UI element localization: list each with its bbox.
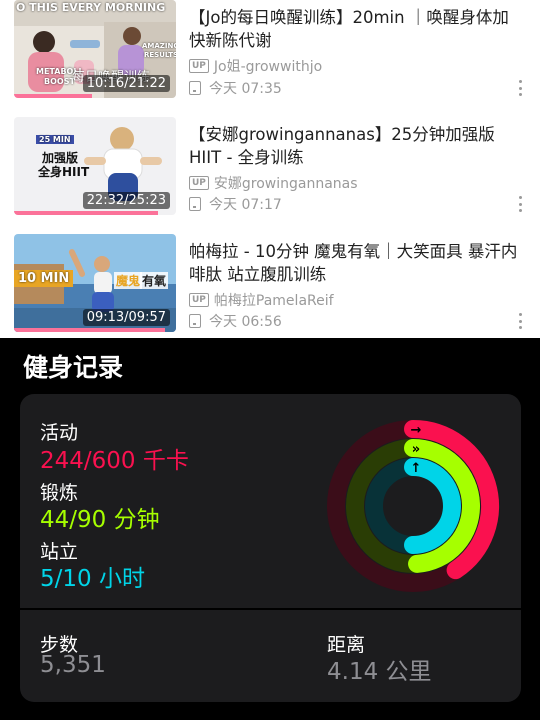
more-options-icon[interactable] (514, 78, 526, 98)
exercise-value: 44/90 分钟 (40, 507, 160, 533)
distance-value: 4.14 公里 (327, 659, 432, 685)
steps-value: 5,351 (40, 652, 106, 678)
video-title[interactable]: 【安娜growingannanas】25分钟加强版HIIT - 全身训练 (189, 123, 524, 169)
thumbnail-caption: O THIS EVERY MORNING (16, 1, 166, 14)
thumbnail-caption: 全身HIIT (38, 165, 90, 179)
video-uploader[interactable]: UP Jo姐-growwithjo (189, 56, 322, 76)
clock-icon (189, 197, 201, 211)
video-time: 今天 06:56 (189, 311, 282, 331)
video-list: O THIS EVERY MORNING AMAZING RESULTS MET… (0, 0, 540, 338)
up-badge-icon: UP (189, 293, 209, 307)
up-badge-icon: UP (189, 59, 209, 73)
uploader-name: Jo姐-growwithjo (213, 59, 323, 75)
up-badge-icon: UP (189, 176, 209, 190)
thumbnail-caption: 有氧 (140, 272, 169, 289)
fitness-section: 健身记录 活动 244/600 千卡 锻炼 44/90 分钟 站立 5/10 小… (0, 338, 540, 720)
card-divider (20, 608, 521, 610)
video-duration: 10:16/21:22 (82, 75, 170, 92)
thumbnail-caption: 25 MIN (36, 135, 74, 144)
exercise-ring-arrow-icon: » (412, 442, 420, 457)
thumbnail-caption: 魔鬼 (114, 272, 143, 289)
video-timestamp: 今天 07:17 (209, 197, 282, 213)
thumbnail-caption: RESULTS (144, 51, 176, 59)
video-uploader[interactable]: UP 帕梅拉PamelaReif (189, 290, 334, 310)
screen: O THIS EVERY MORNING AMAZING RESULTS MET… (0, 0, 540, 720)
video-thumbnail[interactable]: O THIS EVERY MORNING AMAZING RESULTS MET… (14, 0, 176, 98)
stand-ring (404, 458, 461, 554)
thumbnail-caption: BOOST (44, 77, 75, 86)
activity-card[interactable]: 活动 244/600 千卡 锻炼 44/90 分钟 站立 5/10 小时 →» ↑… (20, 394, 521, 702)
watch-progress-bar (14, 211, 159, 215)
watch-progress-bar (14, 94, 92, 98)
list-item[interactable]: 25 MIN 加强版 全身HIIT 22:32/25:23 【安娜growing… (0, 117, 540, 217)
video-time: 今天 07:35 (189, 78, 282, 98)
move-value: 244/600 千卡 (40, 448, 189, 474)
video-time: 今天 07:17 (189, 194, 282, 214)
list-item[interactable]: O THIS EVERY MORNING AMAZING RESULTS MET… (0, 0, 540, 100)
clock-icon (189, 314, 201, 328)
video-duration: 22:32/25:23 (82, 192, 170, 209)
stand-ring-arrow-icon: ↑ (411, 461, 422, 476)
video-title[interactable]: 帕梅拉 - 10分钟 魔鬼有氧｜大笑面具 暴汗内啡肽 站立腹肌训练 (189, 240, 524, 286)
uploader-name: 安娜growingannanas (213, 176, 358, 192)
move-ring-arrow-icon: → (411, 423, 422, 438)
video-timestamp: 今天 07:35 (209, 81, 282, 97)
activity-rings[interactable]: → » ↑ (326, 419, 500, 593)
video-uploader[interactable]: UP 安娜growingannanas (189, 173, 358, 193)
fitness-heading: 健身记录 (23, 353, 124, 382)
thumbnail-caption: 10 MIN (14, 270, 74, 287)
list-item[interactable]: 10 MIN 魔鬼 有氧 09:13/09:57 帕梅拉 - 10分钟 魔鬼有氧… (0, 234, 540, 334)
video-thumbnail[interactable]: 10 MIN 魔鬼 有氧 09:13/09:57 (14, 234, 176, 332)
video-title[interactable]: 【Jo的每日唤醒训练】20min ｜唤醒身体加快新陈代谢 (189, 6, 524, 52)
watch-progress-bar (14, 328, 165, 332)
video-thumbnail[interactable]: 25 MIN 加强版 全身HIIT 22:32/25:23 (14, 117, 176, 215)
more-options-icon[interactable] (514, 311, 526, 331)
stand-value: 5/10 小时 (40, 566, 145, 592)
video-timestamp: 今天 06:56 (209, 314, 282, 330)
clock-icon (189, 81, 201, 95)
video-duration: 09:13/09:57 (82, 309, 170, 326)
thumbnail-caption: AMAZING (142, 42, 176, 50)
uploader-name: 帕梅拉PamelaReif (213, 293, 334, 309)
more-options-icon[interactable] (514, 194, 526, 214)
